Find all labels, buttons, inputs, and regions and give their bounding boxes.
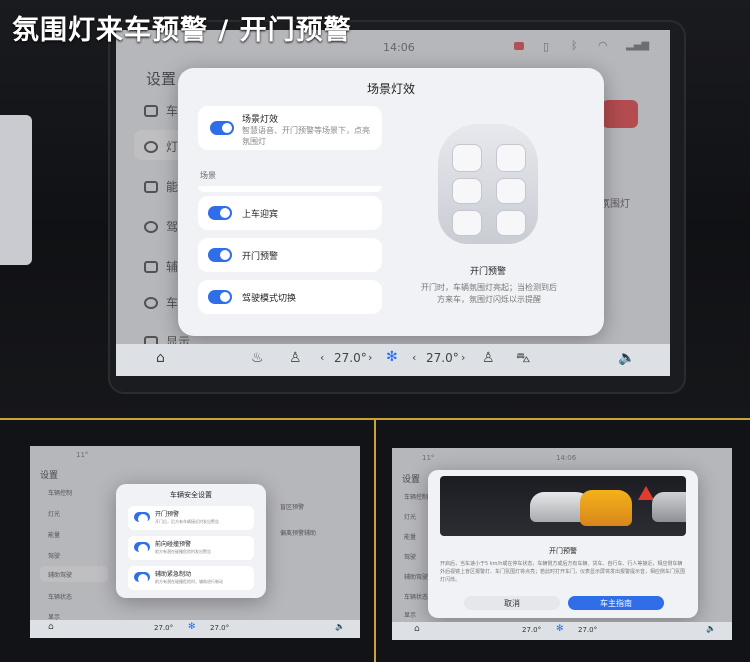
br-volume-icon[interactable]: 🔈 bbox=[706, 624, 716, 633]
temp-down-right[interactable]: ‹ bbox=[412, 351, 416, 364]
br-screen: 11° 14:06 设置 车辆控制 灯光 能量 驾驶 辅助驾驶 车辆状态 显示 … bbox=[392, 448, 732, 640]
home-icon[interactable]: ⌂ bbox=[156, 350, 165, 366]
bl-dialog-title: 车辆安全设置 bbox=[170, 491, 212, 499]
drive-mode-label: 驾驶模式切换 bbox=[242, 294, 297, 304]
volume-icon[interactable]: 🔈 bbox=[618, 350, 635, 366]
preview-desc: 开门时，车辆氛围灯亮起；当检测到后方来车，氛围灯闪烁以示提醒 bbox=[421, 283, 557, 304]
cancel-button[interactable]: 取消 bbox=[464, 596, 560, 610]
scene-light-label: 场景灯效 bbox=[242, 115, 279, 125]
bl-aeb-desc: 前方有潜在碰撞危险时，辅助进行制动 bbox=[155, 579, 223, 584]
seat-fl bbox=[452, 144, 482, 172]
seat-heat-right-icon[interactable]: ♙ bbox=[482, 350, 495, 366]
scene-item-door-warning: 开门预警 bbox=[198, 238, 382, 272]
car-interior-image bbox=[438, 124, 538, 244]
door-warning-label: 开门预警 bbox=[242, 252, 279, 262]
orange-car-image bbox=[580, 490, 632, 526]
scene-light-desc: 智慧语音、开门预警等场景下，点亮氛围灯 bbox=[242, 126, 370, 146]
bl-fcw-desc: 前方有潜在碰撞危险时发出警告 bbox=[155, 549, 211, 554]
vehicle-safety-dialog: 车辆安全设置 开门预警 开门后，后方有车辆接近时发出警告 前向碰撞预警 前方有潜… bbox=[116, 484, 266, 598]
defrost-icon[interactable]: ♨ bbox=[251, 350, 264, 366]
bl-fcw-toggle[interactable] bbox=[134, 542, 150, 554]
scene-section-label: 场景 bbox=[200, 171, 216, 180]
door-warning-toggle[interactable] bbox=[208, 248, 232, 262]
warning-triangle-icon bbox=[638, 486, 654, 500]
bl-aeb-toggle[interactable] bbox=[134, 572, 150, 584]
top-screen: 14:06 ▯ ᛒ ◠ ▂▄▆ 设置 车辆控 灯光 能量 驾驶 辅助驾 车辆状 … bbox=[116, 30, 670, 376]
seat-bl bbox=[452, 210, 482, 236]
bl-door-label: 开门预警 bbox=[155, 511, 180, 518]
fan-icon[interactable]: ✻ bbox=[386, 349, 398, 365]
welcome-label: 上车迎宾 bbox=[242, 210, 279, 220]
drive-mode-toggle[interactable] bbox=[208, 290, 232, 304]
bl-dock: ⌂ 27.0° ✻ 27.0° 🔈 bbox=[30, 620, 360, 638]
seat-fr bbox=[496, 144, 526, 172]
bl-temp-right[interactable]: 27.0° bbox=[210, 624, 229, 632]
seat-heat-icon[interactable]: ♙ bbox=[289, 350, 302, 366]
bl-door-toggle[interactable] bbox=[134, 512, 150, 524]
dark-car-image bbox=[652, 492, 686, 522]
seat-br bbox=[496, 210, 526, 236]
br-temp-left[interactable]: 27.0° bbox=[522, 626, 541, 634]
bl-temp-left[interactable]: 27.0° bbox=[154, 624, 173, 632]
br-temp-right[interactable]: 27.0° bbox=[578, 626, 597, 634]
br-dialog-desc: 开启后，当车速小于5 km/h或在停车状态，车辆侧方或后方有车辆、货车、自行车、… bbox=[440, 561, 686, 583]
scene-item-drive-mode: 驾驶模式切换 bbox=[198, 280, 382, 314]
hidden-row-edge bbox=[198, 186, 382, 192]
bl-home-icon[interactable]: ⌂ bbox=[48, 622, 54, 632]
bl-door-desc: 开门后，后方有车辆接近时发出警告 bbox=[155, 519, 219, 524]
scene-item-welcome: 上车迎宾 bbox=[198, 196, 382, 230]
door-warning-illustration bbox=[440, 476, 686, 536]
left-display-edge bbox=[0, 115, 32, 265]
temp-down-left[interactable]: ‹ bbox=[320, 351, 324, 364]
bl-aeb-label: 辅助紧急制动 bbox=[155, 571, 192, 578]
seat-ml bbox=[452, 178, 482, 204]
bottom-dock: ⌂ ♨ ♙ ‹ 27.0° › ✻ ‹ 27.0° › ♙ ⛍ 🔈 bbox=[116, 344, 670, 376]
bl-fcw-label: 前向碰撞预警 bbox=[155, 541, 192, 548]
banner-title: 氛围灯来车预警 / 开门预警 bbox=[12, 15, 352, 46]
owner-guide-button[interactable]: 车主指南 bbox=[568, 596, 664, 610]
bl-screen: 11° 设置 车辆控制 灯光 能量 驾驶 辅助驾驶 车辆状态 显示 盲区预警 偏… bbox=[30, 446, 360, 638]
temp-up-right[interactable]: › bbox=[461, 351, 465, 364]
dialog-title: 场景灯效 bbox=[366, 82, 415, 96]
seat-mr bbox=[496, 178, 526, 204]
br-dialog-title: 开门预警 bbox=[549, 547, 577, 555]
br-fan-icon[interactable]: ✻ bbox=[556, 624, 564, 634]
temp-right[interactable]: 27.0° bbox=[426, 351, 459, 365]
bl-fan-icon[interactable]: ✻ bbox=[188, 622, 196, 632]
temp-left[interactable]: 27.0° bbox=[334, 351, 367, 365]
bl-item-door-warning: 开门预警 开门后，后方有车辆接近时发出警告 bbox=[128, 506, 254, 530]
temp-up-left[interactable]: › bbox=[368, 351, 372, 364]
car-icon[interactable]: ⛍ bbox=[516, 350, 530, 368]
bl-volume-icon[interactable]: 🔈 bbox=[335, 622, 345, 631]
door-warning-dialog: 开门预警 开启后，当车速小于5 km/h或在停车状态，车辆侧方或后方有车辆、货车… bbox=[428, 470, 698, 618]
preview-title: 开门预警 bbox=[469, 267, 506, 277]
scene-light-dialog: 场景灯效 场景灯效 智慧语音、开门预警等场景下，点亮氛围灯 场景 上车迎宾 开门… bbox=[178, 68, 604, 336]
welcome-toggle[interactable] bbox=[208, 206, 232, 220]
br-dock: ⌂ 27.0° ✻ 27.0° 🔈 bbox=[392, 622, 732, 640]
br-home-icon[interactable]: ⌂ bbox=[414, 624, 420, 634]
bl-item-aeb: 辅助紧急制动 前方有潜在碰撞危险时，辅助进行制动 bbox=[128, 566, 254, 590]
scene-light-card: 场景灯效 智慧语音、开门预警等场景下，点亮氛围灯 bbox=[198, 106, 382, 150]
bl-item-fcw: 前向碰撞预警 前方有潜在碰撞危险时发出警告 bbox=[128, 536, 254, 560]
scene-light-toggle[interactable] bbox=[210, 121, 234, 135]
